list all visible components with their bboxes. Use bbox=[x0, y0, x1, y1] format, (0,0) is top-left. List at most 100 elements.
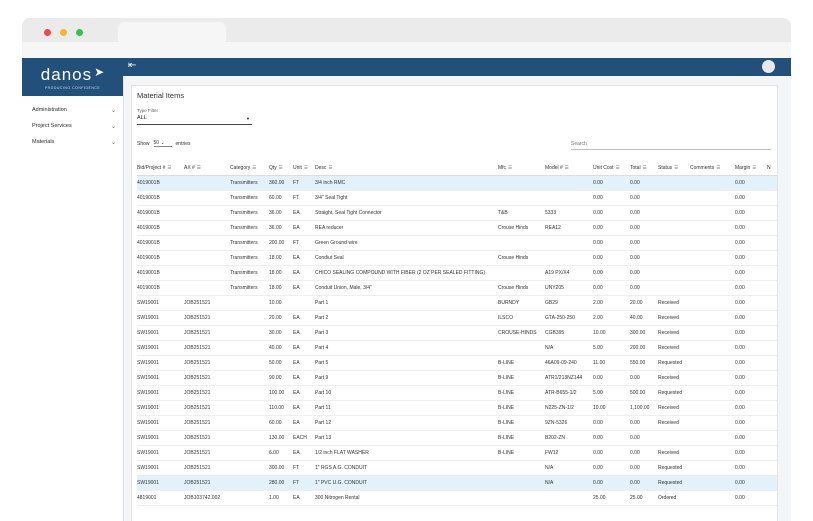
table-cell-total: 0.00 bbox=[630, 175, 658, 191]
table-row[interactable]: 4019001B Transmitters 60.00 FT 3/4" Seal Tig… bbox=[137, 190, 777, 206]
table-cell-cat: Transmitters bbox=[230, 190, 269, 206]
filter-icon[interactable]: ☰ bbox=[167, 165, 171, 170]
table-row[interactable]: SW19001 JOB251521 60.00 EA Part 12 B-LINE 9ZN-… bbox=[137, 415, 777, 431]
table-row[interactable]: SW19001 JOB251521 90.00 EA Part 9 B-LINE ATR1/… bbox=[137, 370, 777, 386]
table-cell-n bbox=[767, 370, 777, 386]
table-cell-cost: 0.00 bbox=[593, 220, 630, 236]
table-row[interactable]: SW19001 JOB251521 10.00 Part 1 BURNDY GB29 2.0… bbox=[137, 295, 777, 311]
entries-select[interactable]: 50 ⌄ bbox=[153, 140, 172, 147]
table-row[interactable]: SW19001 JOB251521 50.00 EA Part 5 B-LINE 46A09… bbox=[137, 355, 777, 371]
column-header[interactable]: Comments ☰ bbox=[690, 161, 735, 176]
table-cell-margin: 0.00 bbox=[735, 220, 767, 236]
minimize-window-dot[interactable] bbox=[60, 29, 67, 36]
column-header[interactable]: Desc ☰ bbox=[315, 161, 498, 176]
table-cell-n bbox=[767, 325, 777, 341]
table-cell-ax: JOB251521 bbox=[184, 430, 230, 446]
table-cell-desc: 1/2 inch FLAT WASHER bbox=[315, 445, 498, 461]
table-cell-bid: 4019001B bbox=[137, 250, 184, 266]
table-row[interactable]: SW19001 JOB251521 130.00 EACH Part 13 B-LINE B… bbox=[137, 430, 777, 446]
column-header[interactable]: Status ☰ bbox=[658, 161, 690, 176]
filter-icon[interactable]: ☰ bbox=[616, 165, 620, 170]
table-row[interactable]: SW19001 JOB251521 110.00 EA Part 11 B-LINE N22… bbox=[137, 400, 777, 416]
filter-icon[interactable]: ☰ bbox=[643, 165, 647, 170]
table-row[interactable]: SW19001 JOB251521 300.00 FT 1" RGS A.G. COND… bbox=[137, 460, 777, 476]
table-row[interactable]: SW19001 JOB251521 6.00 EA 1/2 inch FLAT WASH… bbox=[137, 445, 777, 461]
table-cell-mfc: T&B bbox=[498, 205, 545, 221]
table-cell-unit: EACH bbox=[293, 430, 315, 446]
table-row[interactable]: SW19001 JOB251521 280.00 FT 1" PVC U.G. COND… bbox=[137, 475, 777, 491]
column-header[interactable]: Category ☰ bbox=[230, 161, 269, 176]
maximize-window-dot[interactable] bbox=[76, 29, 83, 36]
browser-tab[interactable] bbox=[118, 22, 226, 42]
table-cell-bid: SW19001 bbox=[137, 415, 184, 431]
filter-icon[interactable]: ☰ bbox=[508, 165, 512, 170]
table-row[interactable]: SW19001 JOB251521 30.00 EA Part 3 CROUSE-HIND… bbox=[137, 325, 777, 341]
table-cell-mfc: B-LINE bbox=[498, 430, 545, 446]
column-header-label: Desc bbox=[315, 165, 327, 171]
close-window-dot[interactable] bbox=[44, 29, 51, 36]
table-row[interactable]: 4819001 JOB103742.002 1.00 EA 300 Nitrogen R… bbox=[137, 490, 777, 506]
table-cell-comments bbox=[690, 340, 735, 356]
table-cell-model: GTA-250-250 bbox=[545, 310, 593, 326]
table-cell-qty: 110.00 bbox=[269, 400, 293, 416]
table-cell-bid: SW19001 bbox=[137, 460, 184, 476]
table-row[interactable]: 4019001B Transmitters 200.00 FT Green Ground… bbox=[137, 235, 777, 251]
filter-icon[interactable]: ☰ bbox=[716, 165, 720, 170]
table-cell-n bbox=[767, 355, 777, 371]
table-row[interactable]: 4019001B Transmitters 36.00 EA Straight, Sea… bbox=[137, 205, 777, 221]
table-row[interactable]: SW19001 JOB251521 100.00 EA Part 10 B-LINE ATR… bbox=[137, 385, 777, 401]
filter-icon[interactable]: ☰ bbox=[328, 165, 332, 170]
sidebar-item-materials[interactable]: Materials ⌄ bbox=[22, 134, 123, 150]
table-row[interactable]: 4019001B Transmitters 36.00 EA REA reducer Cr… bbox=[137, 220, 777, 236]
table-cell-model: ATR1/213NZ144 bbox=[545, 370, 593, 386]
table-cell-ax: JOB251521 bbox=[184, 400, 230, 416]
table-row[interactable]: SW19001 JOB251521 40.00 EA Part 4 N/A 5.00 200.… bbox=[137, 340, 777, 356]
column-header[interactable]: Margin ☰ bbox=[735, 161, 767, 176]
table-cell-bid: 4819001 bbox=[137, 490, 184, 506]
table-row[interactable]: SW19001 JOB251521 20.00 EA Part 2 ILSCO GTA-25… bbox=[137, 310, 777, 326]
filter-icon[interactable]: ☰ bbox=[197, 165, 201, 170]
column-header[interactable]: Total ☰ bbox=[630, 161, 658, 176]
avatar[interactable] bbox=[762, 60, 775, 73]
filter-icon[interactable]: ☰ bbox=[252, 165, 256, 170]
table-cell-model bbox=[545, 190, 593, 206]
sidebar-item-administration[interactable]: Administration ⌄ bbox=[22, 102, 123, 118]
table-cell-model bbox=[545, 175, 593, 191]
table-row[interactable]: 4019001B Transmitters 18.00 EA Conduit Union… bbox=[137, 280, 777, 296]
table-row[interactable]: 4019001B Transmitters 360.00 FT 3/4 inch RMC… bbox=[137, 175, 777, 191]
column-header[interactable]: Unit ☰ bbox=[293, 161, 315, 176]
table-cell-status: Requested bbox=[658, 475, 690, 491]
table-cell-model: B202-ZN bbox=[545, 430, 593, 446]
search-input[interactable]: Search bbox=[571, 141, 771, 150]
brand-logo[interactable]: danos ➤ PRODUCING CONFIDENCE bbox=[22, 58, 123, 96]
sidebar-item-project-services[interactable]: Project Services ⌄ bbox=[22, 118, 123, 134]
table-row[interactable]: 4019001B Transmitters 18.00 EA CHICO SEALING… bbox=[137, 265, 777, 281]
table-cell-bid: SW19001 bbox=[137, 430, 184, 446]
table-body: 4019001B Transmitters 360.00 FT 3/4 inch RMC… bbox=[137, 175, 777, 506]
app: danos ➤ PRODUCING CONFIDENCE Administrat… bbox=[22, 58, 791, 521]
brand-tagline: PRODUCING CONFIDENCE bbox=[44, 85, 101, 90]
column-header[interactable]: AX # ☰ bbox=[184, 161, 230, 176]
table-cell-total: 300.00 bbox=[630, 325, 658, 341]
table-cell-ax: JOB103742.002 bbox=[184, 490, 230, 506]
filter-icon[interactable]: ☰ bbox=[304, 165, 308, 170]
filter-icon[interactable]: ☰ bbox=[279, 165, 283, 170]
table-cell-margin: 0.00 bbox=[735, 490, 767, 506]
column-header[interactable]: Mfc ☰ bbox=[498, 161, 545, 176]
table-cell-cost: 2.00 bbox=[593, 295, 630, 311]
type-filter-select[interactable]: ALL ▼ bbox=[137, 115, 252, 125]
table-row[interactable]: 4019001B Transmitters 18.00 EA Condiut Seal C… bbox=[137, 250, 777, 266]
filter-icon[interactable]: ☰ bbox=[565, 165, 569, 170]
column-header[interactable]: Qty ☰ bbox=[269, 161, 293, 176]
filter-icon[interactable]: ☰ bbox=[752, 165, 756, 170]
table-cell-margin: 0.00 bbox=[735, 190, 767, 206]
table-cell-model: REA12 bbox=[545, 220, 593, 236]
column-header[interactable]: Model # ☰ bbox=[545, 161, 593, 176]
column-header[interactable]: Bid/Project # ☰ bbox=[137, 161, 184, 176]
column-header[interactable]: Unit Cost ☰ bbox=[593, 161, 630, 176]
materials-table: Bid/Project # ☰ AX # ☰ Category ☰ Qty ☰ Unit ☰ Des… bbox=[137, 161, 777, 506]
show-label: Show bbox=[137, 140, 150, 147]
filter-icon[interactable]: ☰ bbox=[674, 165, 678, 170]
collapse-sidebar-icon[interactable]: ⇤ bbox=[128, 60, 136, 71]
column-header[interactable]: N bbox=[767, 161, 777, 176]
